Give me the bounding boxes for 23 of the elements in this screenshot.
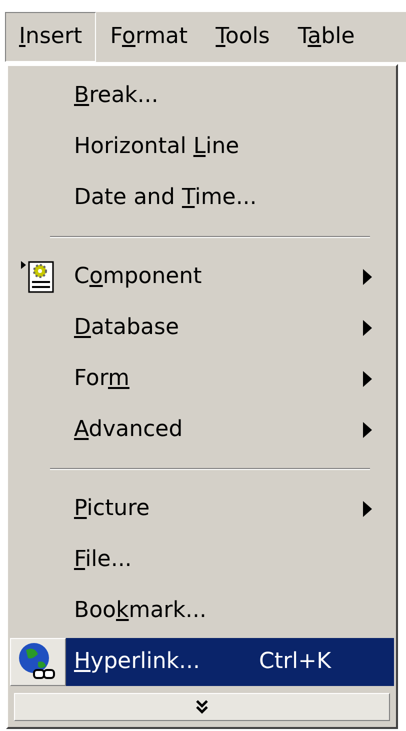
submenu-arrow-icon [363,320,372,336]
menu-item[interactable]: Hyperlink... Ctrl+K [66,638,394,686]
gear-document-icon [21,258,55,294]
menu-bar-item[interactable]: Insert [5,12,96,62]
submenu-arrow-icon [363,422,372,438]
submenu-arrow-icon [363,500,372,516]
menu-item[interactable]: Break... [66,72,394,120]
menu-bar-item[interactable]: Tools [202,12,284,62]
menu-item[interactable]: Component [66,252,394,300]
menu-item[interactable]: Form [66,354,394,402]
menu-bar-item[interactable]: Format [96,12,202,62]
double-chevron-down-icon [196,700,208,714]
menu-item[interactable]: Date and Time... [66,174,394,222]
submenu-arrow-icon [363,370,372,386]
expand-menu-button[interactable] [14,693,390,721]
menu-item[interactable]: File... [66,536,394,584]
menu-item[interactable]: Horizontal Line [66,122,394,170]
menu-item[interactable]: Picture [66,484,394,532]
submenu-arrow-icon [363,268,372,284]
menu-item[interactable]: Bookmark... [66,586,394,634]
menu-item[interactable]: Advanced [66,406,394,454]
menu-item[interactable]: Database [66,304,394,352]
menu-bar-item[interactable]: Table [284,12,369,62]
